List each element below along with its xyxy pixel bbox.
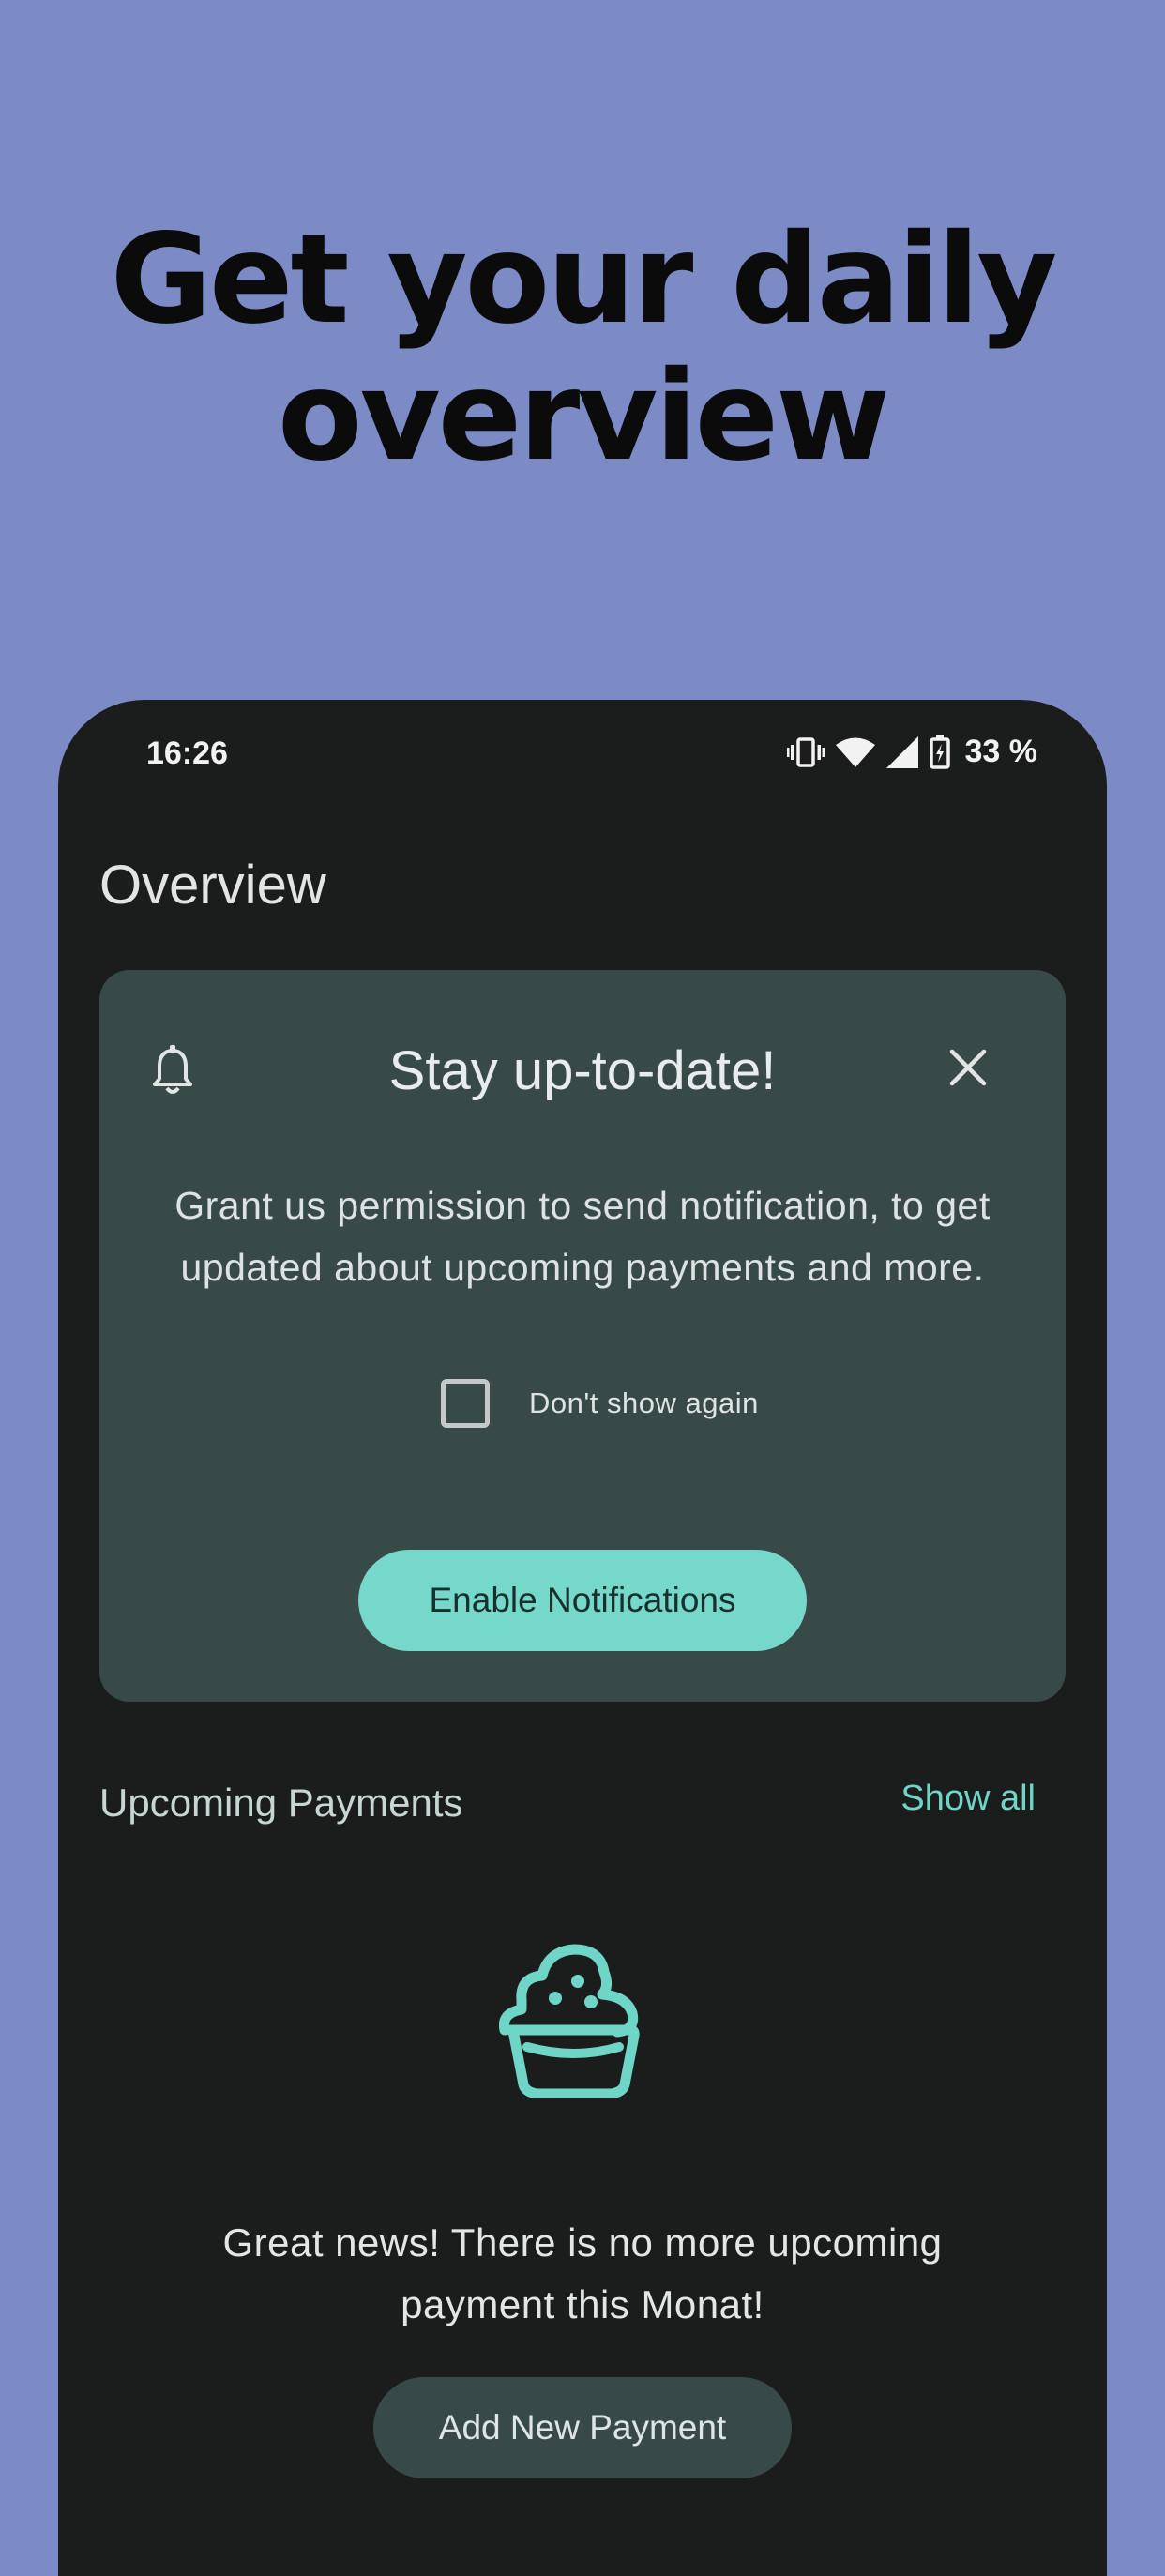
headline-line-2: overview bbox=[277, 344, 890, 489]
dont-show-again-row[interactable]: Don't show again bbox=[441, 1379, 759, 1428]
add-new-payment-button[interactable]: Add New Payment bbox=[373, 2377, 792, 2478]
empty-state-message: Great news! There is no more upcoming pa… bbox=[222, 2220, 943, 2326]
headline-line-1: Get your daily bbox=[110, 207, 1058, 352]
card-body: Grant us permission to send notification… bbox=[174, 1184, 991, 1289]
upcoming-payments-title: Upcoming Payments bbox=[99, 1780, 463, 1825]
status-icons: 33 % bbox=[786, 734, 1038, 770]
battery-charging-icon bbox=[929, 735, 950, 769]
status-time: 16:26 bbox=[146, 735, 228, 771]
status-bar: 16:26 33 % bbox=[58, 700, 1107, 805]
vibrate-icon bbox=[786, 736, 825, 767]
close-icon[interactable] bbox=[949, 1049, 987, 1086]
show-all-link[interactable]: Show all bbox=[900, 1779, 1036, 1819]
enable-notifications-button[interactable]: Enable Notifications bbox=[358, 1550, 807, 1651]
notification-card: Stay up-to-date! Grant us permission to … bbox=[99, 970, 1066, 1702]
dont-show-again-checkbox[interactable] bbox=[441, 1379, 490, 1428]
phone-screen: 16:26 33 % Overview Stay up-to-date! Gra… bbox=[58, 700, 1107, 2576]
wifi-icon bbox=[835, 737, 875, 767]
battery-level: 33 % bbox=[964, 734, 1038, 769]
promo-headline: Get your daily overview bbox=[0, 211, 1165, 485]
page-title: Overview bbox=[99, 855, 326, 916]
card-title: Stay up-to-date! bbox=[388, 1040, 777, 1101]
cupcake-icon bbox=[499, 1944, 640, 2098]
dont-show-again-label: Don't show again bbox=[529, 1386, 759, 1419]
signal-icon bbox=[885, 735, 918, 768]
